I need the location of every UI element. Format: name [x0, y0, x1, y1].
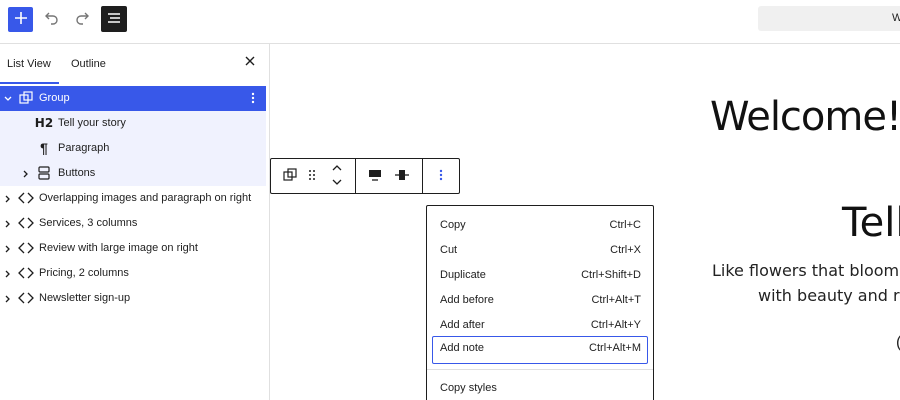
chevron-right-icon[interactable] [3, 194, 13, 204]
list-item-buttons[interactable]: Buttons [0, 161, 266, 186]
list-item-group[interactable]: Group [0, 86, 266, 111]
pattern-icon [18, 190, 34, 206]
list-item-pattern[interactable]: Pricing, 2 columns [0, 261, 266, 286]
list-item-label: Services, 3 columns [39, 217, 138, 229]
menu-item-shortcut: Ctrl+Alt+M [589, 342, 641, 354]
menu-item-shortcut: Ctrl+X [610, 244, 641, 256]
list-item-label: Paragraph [58, 142, 110, 154]
menu-item-label: Add before [440, 294, 494, 306]
options-icon [439, 169, 443, 184]
list-item-label: Group [39, 92, 70, 104]
list-item-pattern[interactable]: Services, 3 columns [0, 211, 266, 236]
move-up-down-icon [331, 164, 343, 189]
welcome-heading[interactable]: Welcome! [710, 94, 900, 140]
list-item-label: Buttons [58, 167, 96, 179]
list-item-label: Pricing, 2 columns [39, 267, 129, 279]
list-item-label: Overlapping images and paragraph on righ… [39, 192, 252, 204]
align-top-icon [368, 168, 382, 185]
menu-item-label: Copy styles [440, 382, 497, 394]
menu-item-copy-styles[interactable]: Copy styles [427, 376, 653, 400]
undo-button[interactable] [39, 7, 64, 32]
menu-item-label: Add after [440, 319, 485, 331]
more-options-icon[interactable] [248, 91, 258, 105]
chevron-right-icon[interactable] [3, 219, 13, 229]
vertical-align-button[interactable] [364, 159, 386, 193]
menu-item-add-after[interactable]: Add after Ctrl+Alt+Y [427, 313, 653, 338]
chevron-down-icon[interactable] [3, 94, 13, 104]
buttons-icon [36, 165, 52, 181]
story-paragraph-line[interactable]: Like flowers that bloom in [712, 261, 900, 280]
drag-handle-icon [308, 169, 316, 184]
redo-icon [74, 11, 90, 28]
menu-item-shortcut: Ctrl+Shift+D [581, 269, 641, 281]
justify-center-icon [394, 168, 410, 185]
list-item-paragraph[interactable]: ¶ Paragraph [0, 136, 266, 161]
pattern-icon [18, 290, 34, 306]
list-item-pattern[interactable]: Review with large image on right [0, 236, 266, 261]
tab-list-view[interactable]: List View [7, 58, 51, 70]
toolbar-divider [422, 159, 423, 193]
menu-item-add-note[interactable]: Add note Ctrl+Alt+M [432, 336, 648, 364]
list-view-icon [107, 11, 121, 28]
chevron-right-icon[interactable] [3, 244, 13, 254]
chevron-right-icon[interactable] [3, 294, 13, 304]
block-type-button[interactable] [279, 159, 301, 193]
group-icon [18, 90, 34, 106]
partial-text: ( [896, 334, 900, 352]
chevron-right-icon[interactable] [21, 169, 31, 179]
move-up-down-buttons[interactable] [327, 159, 347, 193]
justify-button[interactable] [391, 159, 413, 193]
block-toolbar [270, 158, 460, 194]
pattern-icon [18, 265, 34, 281]
top-toolbar: W [0, 0, 900, 44]
menu-item-shortcut: Ctrl+Alt+T [591, 294, 641, 306]
block-options-button[interactable] [431, 159, 451, 193]
list-item-pattern[interactable]: Overlapping images and paragraph on righ… [0, 186, 266, 211]
drag-handle[interactable] [304, 159, 320, 193]
close-icon [245, 56, 255, 69]
tab-outline[interactable]: Outline [71, 58, 106, 70]
list-view-sidebar: List View Outline Group H2 Tell your sto… [0, 44, 270, 400]
close-sidebar-button[interactable] [243, 55, 257, 69]
menu-item-label: Duplicate [440, 269, 486, 281]
list-item-label: Review with large image on right [39, 242, 198, 254]
menu-item-add-before[interactable]: Add before Ctrl+Alt+T [427, 288, 653, 313]
add-block-button[interactable] [8, 7, 33, 32]
toolbar-divider [355, 159, 356, 193]
document-title: W [892, 12, 900, 24]
paragraph-icon: ¶ [40, 140, 48, 156]
list-item-heading[interactable]: H2 Tell your story [0, 111, 266, 136]
menu-item-shortcut: Ctrl+C [609, 219, 641, 231]
story-paragraph-line[interactable]: with beauty and re [758, 286, 900, 305]
menu-item-label: Add note [440, 342, 485, 354]
plus-icon [14, 11, 28, 28]
menu-item-label: Copy [440, 219, 466, 231]
menu-item-cut[interactable]: Cut Ctrl+X [427, 238, 653, 263]
group-icon [283, 167, 297, 185]
list-item-label: Newsletter sign-up [39, 292, 131, 304]
redo-button[interactable] [69, 7, 94, 32]
block-options-menu: Copy Ctrl+C Cut Ctrl+X Duplicate Ctrl+Sh… [426, 205, 654, 400]
menu-item-duplicate[interactable]: Duplicate Ctrl+Shift+D [427, 263, 653, 288]
list-item-pattern[interactable]: Newsletter sign-up [0, 286, 266, 311]
undo-icon [44, 11, 60, 28]
heading-icon: H2 [34, 116, 54, 130]
document-bar[interactable]: W [758, 6, 900, 31]
menu-item-label: Cut [440, 244, 458, 256]
pattern-icon [18, 215, 34, 231]
sidebar-tabs: List View Outline [0, 44, 269, 84]
chevron-right-icon[interactable] [3, 269, 13, 279]
menu-item-copy[interactable]: Copy Ctrl+C [427, 213, 653, 238]
story-heading[interactable]: Tell [842, 200, 900, 246]
menu-item-shortcut: Ctrl+Alt+Y [590, 319, 641, 331]
list-view-toggle[interactable] [101, 6, 127, 32]
active-tab-indicator [0, 82, 59, 84]
menu-divider [427, 369, 653, 370]
list-item-label: Tell your story [58, 117, 126, 129]
pattern-icon [18, 240, 34, 256]
